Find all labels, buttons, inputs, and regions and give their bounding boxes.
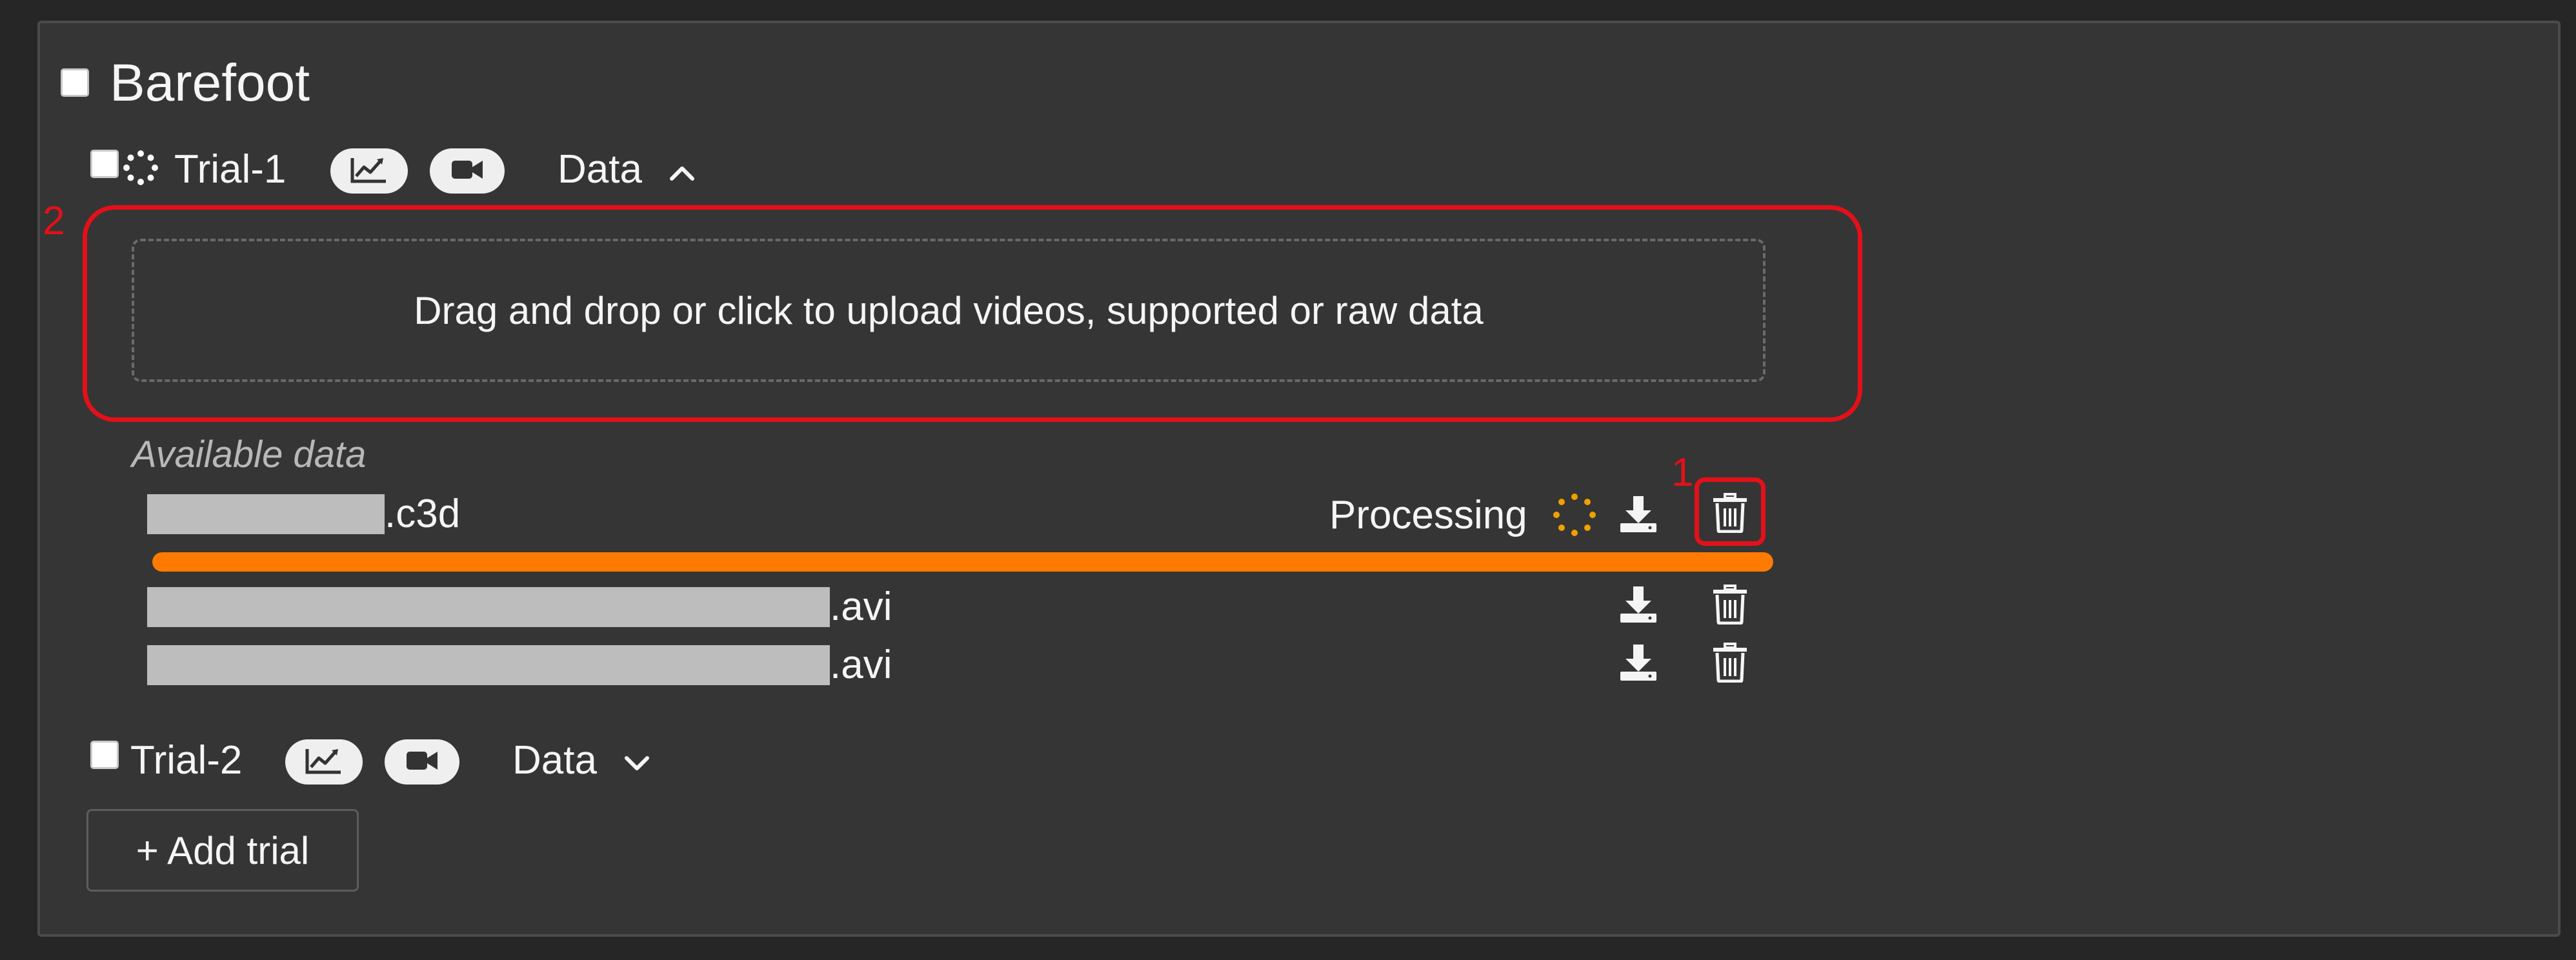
trial-2-label: Trial-2 <box>130 738 243 783</box>
trial-2-chart-button[interactable] <box>285 739 363 785</box>
trash-icon <box>1712 492 1748 536</box>
video-camera-icon <box>450 158 484 185</box>
trial-2-data-toggle[interactable]: Data <box>512 741 651 781</box>
upload-progress-fill <box>152 552 1773 572</box>
file-3-delete-button[interactable] <box>1707 641 1753 686</box>
redacted-filename <box>147 587 830 627</box>
data-toggle-label: Data <box>558 147 642 192</box>
spinner-icon <box>1553 493 1596 537</box>
trial-1-label: Trial-1 <box>174 147 287 192</box>
trial-1-chart-button[interactable] <box>330 148 408 194</box>
trash-icon <box>1712 584 1748 628</box>
file-suffix: .c3d <box>385 492 461 536</box>
processing-status: Processing <box>1329 493 1527 537</box>
add-trial-label: + Add trial <box>136 828 310 872</box>
group-checkbox[interactable] <box>61 68 89 97</box>
trial-1-checkbox[interactable] <box>90 150 119 178</box>
available-data-label: Available data <box>132 434 367 475</box>
chart-line-icon <box>305 746 343 778</box>
file-3-download-button[interactable] <box>1616 641 1661 686</box>
trial-2-video-button[interactable] <box>385 739 459 785</box>
spinner-icon <box>123 150 159 186</box>
trash-icon <box>1712 642 1748 686</box>
trial-1-video-button[interactable] <box>430 148 505 194</box>
video-camera-icon <box>405 749 439 775</box>
trial-group-panel: Barefoot Trial-1 Data 2 Drag and drop or… <box>37 21 2561 937</box>
redacted-filename <box>147 645 830 685</box>
file-suffix: .avi <box>830 585 892 629</box>
file-2-delete-button[interactable] <box>1707 583 1753 628</box>
download-icon <box>1618 642 1659 686</box>
upload-instructions: Drag and drop or click to upload videos,… <box>414 288 1484 332</box>
file-row-1-name: .c3d <box>147 494 460 534</box>
file-row-3-name: .avi <box>147 645 892 685</box>
annotation-marker-1: 1 <box>1671 450 1694 495</box>
chevron-up-icon <box>668 150 696 190</box>
chart-line-icon <box>350 155 388 187</box>
annotation-marker-2: 2 <box>43 199 65 243</box>
file-row-2-name: .avi <box>147 587 892 627</box>
download-icon <box>1618 494 1659 538</box>
file-1-delete-button[interactable] <box>1707 492 1753 537</box>
file-suffix: .avi <box>830 643 892 687</box>
chevron-down-icon <box>623 741 651 781</box>
file-1-download-button[interactable] <box>1616 493 1661 538</box>
trial-1-data-toggle[interactable]: Data <box>558 150 696 190</box>
trial-2-checkbox[interactable] <box>90 741 119 769</box>
add-trial-button[interactable]: + Add trial <box>86 809 359 892</box>
upload-progress-bar <box>152 552 1773 572</box>
upload-dropzone[interactable]: Drag and drop or click to upload videos,… <box>132 239 1766 382</box>
redacted-filename <box>147 494 385 534</box>
group-title: Barefoot <box>110 54 310 112</box>
data-toggle-label: Data <box>512 738 597 783</box>
file-2-download-button[interactable] <box>1616 583 1661 628</box>
download-icon <box>1618 584 1659 628</box>
